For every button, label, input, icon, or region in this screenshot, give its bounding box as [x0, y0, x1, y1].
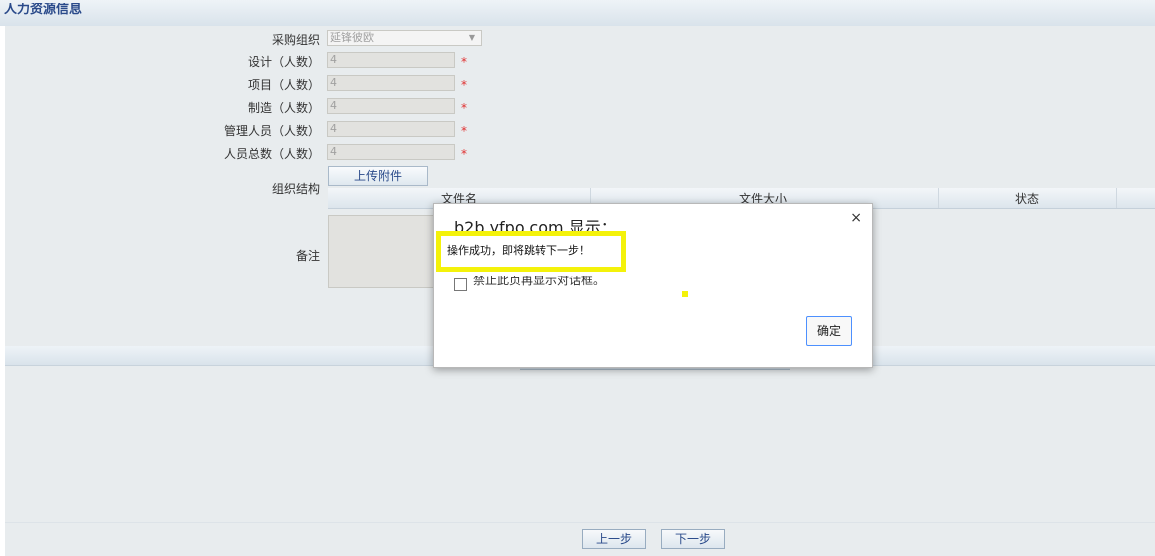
dialog-message: 操作成功，即将跳转下一步！ — [436, 231, 626, 272]
design-count-field[interactable]: 4 — [327, 52, 455, 68]
column-divider — [1116, 188, 1117, 208]
manufacturing-count-field[interactable]: 4 — [327, 98, 455, 114]
project-label: 项目（人数） — [247, 78, 320, 92]
purchase-org-label: 采购组织 — [271, 33, 320, 47]
total-label: 人员总数（人数） — [223, 147, 320, 161]
column-status: 状态 — [1015, 192, 1040, 206]
manufacturing-label: 制造（人数） — [247, 101, 320, 115]
suppress-dialog-checkbox[interactable] — [454, 278, 467, 291]
required-mark: * — [461, 124, 467, 138]
suppress-dialog-row: 禁止此页再显示对话框。 — [454, 276, 605, 292]
suppress-dialog-label: 禁止此页再显示对话框。 — [473, 276, 606, 287]
org-structure-label: 组织结构 — [271, 182, 320, 196]
required-mark: * — [461, 147, 467, 161]
column-divider — [938, 188, 939, 208]
remarks-textarea[interactable] — [328, 215, 438, 288]
next-step-button[interactable]: 下一步 — [661, 529, 725, 549]
prev-step-button[interactable]: 上一步 — [582, 529, 646, 549]
required-mark: * — [461, 101, 467, 115]
management-count-field[interactable]: 4 — [327, 121, 455, 137]
section-header: 人力资源信息 — [0, 0, 1155, 26]
management-label: 管理人员（人数） — [223, 124, 320, 138]
alert-dialog: × b2b.yfpo.com 显示： 操作成功，即将跳转下一步！ 禁止此页再显示… — [433, 203, 873, 368]
required-mark: * — [461, 78, 467, 92]
highlight-marker — [682, 291, 688, 297]
total-count-field[interactable]: 4 — [327, 144, 455, 160]
project-count-field[interactable]: 4 — [327, 75, 455, 91]
footer-divider — [5, 522, 1155, 523]
close-icon[interactable]: × — [850, 210, 862, 226]
required-mark: * — [461, 55, 467, 69]
upload-attachment-button[interactable]: 上传附件 — [328, 166, 428, 186]
dropdown-arrow-icon: ▼ — [468, 33, 475, 42]
design-label: 设计（人数） — [247, 55, 320, 69]
section-title: 人力资源信息 — [4, 3, 83, 17]
purchase-org-value: 延锋彼欧 — [330, 31, 374, 44]
ok-button[interactable]: 确定 — [806, 316, 852, 346]
remarks-label: 备注 — [295, 249, 320, 263]
purchase-org-select[interactable]: 延锋彼欧 ▼ — [327, 30, 482, 46]
